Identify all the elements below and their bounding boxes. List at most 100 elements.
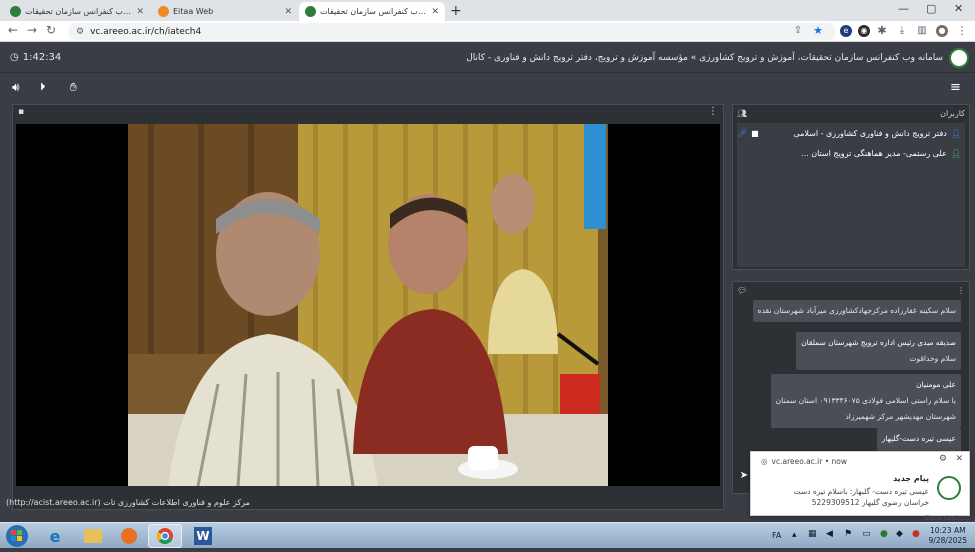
new-tab-icon[interactable]: +	[450, 3, 462, 19]
share-icon[interactable]: ⇪	[792, 25, 804, 37]
extensions-puzzle-icon[interactable]: ✱	[876, 25, 888, 37]
tab-title: Eitaa Web	[173, 7, 214, 16]
forward-icon[interactable]: →	[27, 23, 37, 37]
close-window-icon[interactable]: ✕	[954, 2, 963, 15]
site-info-icon[interactable]: ⚙	[76, 27, 84, 37]
tab-title: سامانه وب کنفرانس سازمان تحقیقات	[320, 7, 427, 16]
reload-icon[interactable]: ↻	[46, 23, 56, 37]
user-row[interactable]: 👤︎ دفتر ترویج دانش و فناوری کشاورزی - اس…	[737, 123, 965, 143]
users-panel-title: کاربران	[940, 108, 965, 118]
internet-explorer-icon[interactable]: e	[38, 524, 72, 548]
clock-time: 10:23 AM	[929, 526, 966, 535]
extension-icon[interactable]: ◉	[858, 25, 870, 37]
maximize-icon[interactable]: ▢	[926, 2, 936, 15]
video-menu-icon[interactable]: ⋮	[708, 106, 718, 117]
speaker-icon[interactable]: 🔊︎	[12, 80, 20, 95]
message-text: شهرستان مهدیشهر مرکز شهمیرزاد	[845, 412, 956, 421]
organization-logo-icon	[937, 476, 961, 500]
video-frame	[128, 124, 608, 486]
message-author: صدیقه مبدی رئیس اداره ترویج شهرستان سملق…	[801, 338, 956, 347]
browser-tab-strip: سامانه وب کنفرانس سازمان تحقیقات ✕ Eitaa…	[0, 0, 975, 21]
start-button[interactable]	[3, 524, 31, 548]
close-icon[interactable]: ✕	[136, 7, 144, 17]
camera-icon[interactable]: ■	[751, 129, 759, 138]
session-timer: ◷ 1:42:34	[10, 52, 61, 63]
conference-toolbar: 🔊︎ ⏵ ✋︎ ≡	[0, 74, 975, 102]
settings-gear-icon[interactable]: ⚙	[939, 454, 947, 464]
notification-source-text: vc.areeo.ac.ir • now	[771, 457, 848, 466]
video-stream[interactable]	[16, 124, 720, 486]
message-author: عیسی تیره دست-گلبهار	[881, 434, 956, 443]
message-author: علی مومنیان	[916, 380, 956, 389]
clock-date: 9/28/2025	[928, 536, 967, 545]
play-media-icon[interactable]: ⏵	[40, 80, 46, 94]
video-panel: ▪ ⋮	[12, 104, 724, 510]
timer-value: 1:42:34	[22, 52, 62, 63]
system-clock[interactable]: 10:23 AM 9/28/2025	[929, 526, 967, 546]
user-row[interactable]: 👤︎ علی رستمی- مدیر هماهنگی ترویج استان .…	[737, 143, 965, 163]
windows-taskbar: e W FA ▴ ▦ ◀︎ ⚑ ▭ ● ◆ ● 10:23 AM 9/28/20…	[0, 522, 975, 548]
user-icon: 👤︎	[950, 148, 961, 158]
language-indicator[interactable]: FA	[772, 531, 781, 540]
word-icon[interactable]: W	[186, 524, 220, 548]
bookmark-star-icon[interactable]: ★	[812, 25, 824, 37]
notification-source: ◎ vc.areeo.ac.ir • now	[761, 457, 847, 466]
message-text: با سلام راستی اسلامی فولادی ۰۹۱۳۳۴۶۰۷۵ ا…	[775, 396, 956, 405]
show-desktop-tooltip: Show desktop	[924, 514, 970, 522]
hamburger-menu-icon[interactable]: ≡	[950, 80, 961, 95]
site-logo-icon	[10, 6, 21, 17]
download-icon[interactable]: ⤓	[896, 25, 908, 37]
volume-icon[interactable]: ◀︎	[826, 529, 833, 539]
video-camera-icon: ▪	[18, 107, 25, 117]
menu-kebab-icon[interactable]: ⋮	[956, 25, 968, 37]
microphone-icon[interactable]: 🎤︎	[737, 129, 747, 138]
display-icon[interactable]: ▭	[862, 529, 871, 539]
video-panel-header: ▪ ⋮	[13, 105, 723, 121]
users-list: 👤︎ دفتر ترویج دانش و فناوری کشاورزی - اس…	[737, 123, 965, 267]
browser-tab-1[interactable]: سامانه وب کنفرانس سازمان تحقیقات ✕	[4, 2, 150, 21]
windows-logo-icon	[6, 525, 28, 547]
app-header: ◷ 1:42:34 سامانه وب کنفرانس سازمان تحقیق…	[0, 43, 975, 73]
notification-body: عیسی تیره دست- گلبهار: باسلام تیره دست خ…	[793, 487, 930, 507]
side-panel-icon[interactable]: ▥	[916, 25, 928, 37]
back-icon[interactable]: ←	[8, 23, 18, 37]
extension-icon[interactable]: e	[840, 25, 852, 37]
chat-message: علی مومنیان با سلام راستی اسلامی فولادی …	[770, 374, 961, 428]
message-text: سلام سکینه غفارزاده مرکزجهادکشاورزی میرآ…	[757, 306, 956, 315]
chat-menu-icon[interactable]: ⋮	[957, 286, 965, 295]
media-player-icon[interactable]	[112, 524, 146, 548]
users-icon: 👥︎	[737, 108, 748, 118]
minimize-icon[interactable]: —	[898, 2, 909, 15]
browser-tab-2[interactable]: Eitaa Web ✕	[152, 2, 298, 21]
chat-panel-header: 💬︎ ⋮	[733, 282, 969, 298]
chrome-icon[interactable]	[148, 524, 182, 548]
tray-app-icon[interactable]: ●	[912, 529, 920, 539]
video-credit: مرکز علوم و فناوری اطلاعات کشاورزی تات (…	[6, 498, 250, 507]
url-input[interactable]: ⚙ vc.areeo.ac.ir/ch/iatech4	[68, 23, 836, 40]
notification-title: پیام جدید	[893, 474, 929, 483]
profile-avatar[interactable]: ●	[936, 25, 948, 37]
chat-bubble-icon: 💬︎	[737, 285, 748, 295]
flag-icon[interactable]: ⚑	[844, 529, 852, 539]
raise-hand-icon[interactable]: ✋︎	[70, 80, 77, 95]
close-icon[interactable]: ✕	[431, 7, 439, 17]
chat-message: سلام سکینه غفارزاده مرکزجهادکشاورزی میرآ…	[752, 300, 961, 322]
browser-address-bar: ← → ↻ ⚙ vc.areeo.ac.ir/ch/iatech4 ⇪ ★ e …	[0, 21, 975, 42]
tray-arrow-icon[interactable]: ▴	[792, 530, 797, 540]
chat-message: صدیقه مبدی رئیس اداره ترویج شهرستان سملق…	[796, 332, 961, 370]
globe-icon: ◎	[761, 457, 768, 466]
chrome-logo	[157, 528, 173, 544]
clock-icon: ◷	[10, 52, 19, 63]
chrome-tray-icon[interactable]: ●	[880, 529, 888, 539]
user-icon: 👤︎	[950, 128, 961, 138]
network-icon[interactable]: ▦	[808, 529, 817, 539]
close-icon[interactable]: ✕	[284, 7, 292, 17]
tray-app-icon[interactable]: ◆	[896, 529, 903, 539]
eitaa-icon	[158, 6, 169, 17]
close-icon[interactable]: ✕	[955, 454, 963, 464]
notification-toast[interactable]: ◎ vc.areeo.ac.ir • now ⚙ ✕ پیام جدید عیس…	[750, 451, 970, 516]
file-explorer-icon[interactable]	[76, 524, 110, 548]
url-text: vc.areeo.ac.ir/ch/iatech4	[90, 26, 202, 37]
site-logo-icon	[305, 6, 316, 17]
browser-tab-3-active[interactable]: سامانه وب کنفرانس سازمان تحقیقات ✕	[299, 2, 445, 21]
